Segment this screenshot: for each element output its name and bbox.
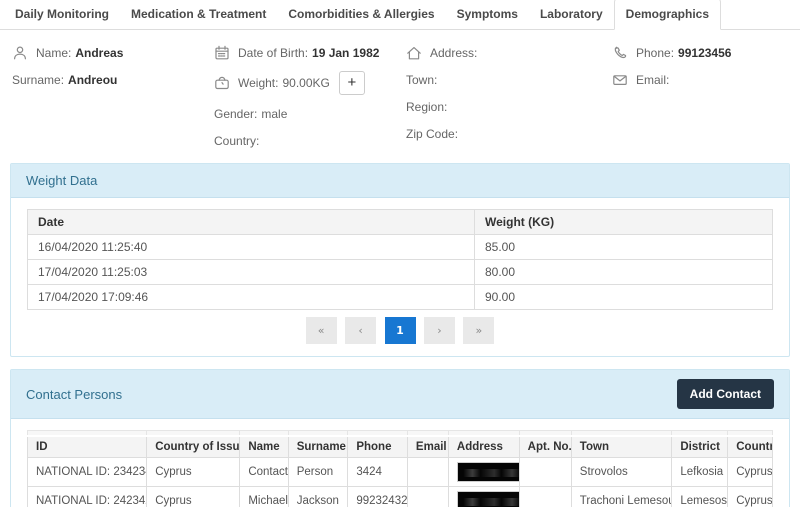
surname-value: Andreou: [68, 73, 117, 87]
name-value: Andreas: [75, 46, 123, 60]
tab-comorbidities-allergies[interactable]: Comorbidities & Allergies: [277, 0, 445, 29]
phone-icon: [612, 45, 629, 61]
mail-icon: [612, 72, 629, 88]
table-row: NATIONAL ID: 234234 Cyprus Contact Perso…: [28, 457, 773, 486]
gender-label: Gender:: [214, 107, 257, 121]
table-row: 16/04/2020 11:25:40 85.00: [28, 235, 773, 260]
contact-header-country: Country: [728, 436, 773, 458]
first-page-button[interactable]: «: [306, 317, 337, 344]
contact-table: ID Country of Issue Name Surname Phone E…: [27, 430, 773, 507]
phone-label: Phone:: [636, 46, 674, 60]
weight-table-header-date: Date: [28, 210, 475, 235]
town-label: Town:: [406, 73, 437, 87]
country-label: Country:: [214, 134, 259, 148]
last-page-button[interactable]: »: [463, 317, 494, 344]
contact-header-apt-no: Apt. No.: [519, 436, 571, 458]
name-label: Name:: [36, 46, 71, 60]
surname-label: Surname:: [12, 73, 64, 87]
contact-persons-panel: Contact Persons Add Contact ID Country o…: [10, 369, 790, 507]
add-contact-button[interactable]: Add Contact: [677, 379, 774, 409]
weight-scale-icon: [214, 75, 231, 91]
calendar-icon: [214, 45, 231, 61]
weight-label: Weight:: [238, 76, 278, 90]
contact-header-name: Name: [240, 436, 288, 458]
next-page-button[interactable]: ›: [424, 317, 455, 344]
tab-demographics[interactable]: Demographics: [614, 0, 721, 30]
demographics-col-contact: Phone: 99123456 Email:: [612, 44, 788, 159]
region-label: Region:: [406, 100, 447, 114]
contact-header-district: District: [672, 436, 728, 458]
weight-data-panel: Weight Data Date Weight (KG) 16/04/2020 …: [10, 163, 790, 357]
email-label: Email:: [636, 73, 669, 87]
tab-laboratory[interactable]: Laboratory: [529, 0, 614, 29]
table-row: NATIONAL ID: 242342 Cyprus Michael Jacks…: [28, 486, 773, 507]
dob-label: Date of Birth:: [238, 46, 308, 60]
table-row: 17/04/2020 17:09:46 90.00: [28, 285, 773, 310]
demographics-col-identity: Name: Andreas Surname: Andreou: [12, 44, 214, 159]
contact-header-email: Email: [407, 436, 448, 458]
weight-value: 90.00KG: [282, 76, 329, 90]
contact-header-phone: Phone: [348, 436, 408, 458]
prev-page-button[interactable]: ‹: [345, 317, 376, 344]
tab-symptoms[interactable]: Symptoms: [446, 0, 529, 29]
contact-header-address: Address: [448, 436, 519, 458]
contact-panel-header: Contact Persons Add Contact: [11, 370, 789, 419]
tab-bar: Daily Monitoring Medication & Treatment …: [0, 0, 800, 30]
address-label: Address:: [430, 46, 477, 60]
demographics-col-birth-weight: Date of Birth: 19 Jan 1982 Weight: 90.00…: [214, 44, 406, 159]
page-1-button[interactable]: 1: [385, 317, 416, 344]
redacted-address: [457, 491, 519, 507]
zip-code-label: Zip Code:: [406, 127, 458, 141]
contact-panel-body: ID Country of Issue Name Surname Phone E…: [11, 419, 789, 507]
weight-panel-header: Weight Data: [11, 164, 789, 198]
weight-pagination: « ‹ 1 › »: [27, 317, 773, 344]
tab-daily-monitoring[interactable]: Daily Monitoring: [4, 0, 120, 29]
table-row: 17/04/2020 11:25:03 80.00: [28, 260, 773, 285]
weight-panel-body: Date Weight (KG) 16/04/2020 11:25:40 85.…: [11, 198, 789, 356]
contact-header-country-of-issue: Country of Issue: [147, 436, 240, 458]
gender-value: male: [261, 107, 287, 121]
patient-demographics: Name: Andreas Surname: Andreou Date of B…: [0, 30, 800, 163]
person-icon: [12, 45, 29, 61]
redacted-address: [457, 462, 519, 482]
weight-panel-title: Weight Data: [26, 173, 97, 188]
contact-header-surname: Surname: [288, 436, 348, 458]
add-weight-button[interactable]: +: [339, 71, 365, 95]
contact-header-id: ID: [28, 436, 147, 458]
demographics-col-address: Address: Town: Region: Zip Code:: [406, 44, 612, 159]
phone-value: 99123456: [678, 46, 731, 60]
contact-panel-title: Contact Persons: [26, 387, 122, 402]
contact-header-town: Town: [571, 436, 672, 458]
weight-table: Date Weight (KG) 16/04/2020 11:25:40 85.…: [27, 209, 773, 310]
home-icon: [406, 45, 423, 61]
dob-value: 19 Jan 1982: [312, 46, 379, 60]
weight-table-header-weight: Weight (KG): [475, 210, 773, 235]
tab-medication-treatment[interactable]: Medication & Treatment: [120, 0, 277, 29]
